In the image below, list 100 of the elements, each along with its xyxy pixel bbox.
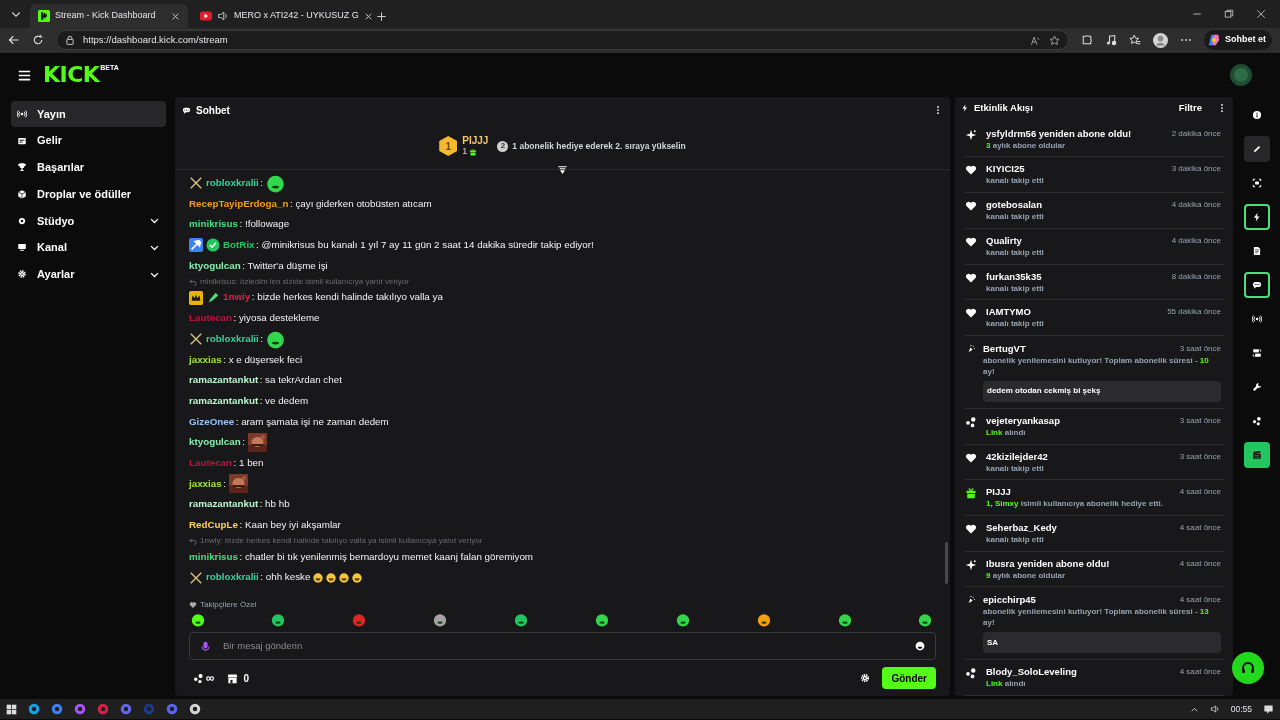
drops-count: 0	[243, 671, 250, 686]
event-title: vejeteryankasap	[986, 413, 1061, 427]
emote-button[interactable]	[513, 612, 529, 628]
username[interactable]: BotRix	[223, 238, 255, 253]
username[interactable]: minikrisus	[189, 549, 238, 565]
crown-badge-icon	[189, 290, 203, 305]
notification-icon	[1263, 703, 1274, 715]
message-text: : ohh keske	[260, 570, 311, 585]
username[interactable]: jaxxias	[189, 352, 222, 368]
browser-tab[interactable]: MERO x ATI242 - UYKUSUZ G	[192, 4, 364, 28]
username[interactable]: ramazantankut	[189, 497, 259, 512]
filter-button[interactable]: Filtre	[1178, 101, 1202, 116]
username[interactable]: jaxxias	[189, 476, 222, 492]
microphone-icon	[200, 640, 211, 652]
username[interactable]: RecepTayipErdoga_n	[189, 196, 289, 212]
reply-text: 1nwly: bizde herkes kendi halinde takılıyo valla ya isimli kullanıcıya yanıt veriyor	[200, 535, 483, 548]
username[interactable]: RedCupLe	[189, 518, 238, 533]
username[interactable]: ramazantankut	[189, 393, 259, 409]
emote-button[interactable]	[675, 612, 691, 628]
grin-emoji-icon	[352, 572, 363, 583]
rail-button[interactable]	[1243, 136, 1270, 162]
emote-button[interactable]	[594, 612, 610, 628]
send-button[interactable]: Gönder	[882, 667, 936, 689]
emote-icon	[433, 613, 448, 627]
event-title: gotebosalan	[986, 198, 1043, 212]
address-bar[interactable]: https://dashboard.kick.com/stream	[56, 30, 1069, 50]
event-title: IAMTYMO	[986, 305, 1032, 319]
close-icon	[171, 11, 180, 21]
gear-icon	[17, 269, 27, 280]
back-icon	[8, 34, 20, 46]
rail-button[interactable]	[1243, 204, 1270, 230]
restore-icon	[1224, 9, 1234, 19]
broadcast-icon	[17, 109, 27, 119]
swords-icon	[189, 332, 203, 347]
emote-button[interactable]	[756, 612, 772, 628]
username[interactable]: robloxkralii	[206, 331, 259, 347]
support-button[interactable]	[1232, 652, 1264, 684]
copilot-button[interactable]: Sohbet et	[1204, 30, 1272, 50]
sidebar-item[interactable]: Gelir	[11, 127, 166, 154]
panel-title: Etkinlik Akışı	[974, 101, 1034, 116]
taskbar-app-icon[interactable]	[189, 703, 201, 715]
emote-button[interactable]	[190, 612, 205, 628]
rail-button[interactable]	[1243, 442, 1270, 468]
channel-avatar[interactable]	[1230, 64, 1252, 86]
username[interactable]: minikrisus	[189, 217, 238, 233]
heart-icon	[965, 164, 977, 177]
event-time: 4 saat önce	[1179, 486, 1221, 499]
scroll-to-bottom-icon	[557, 164, 568, 175]
grin-emoji-icon	[339, 572, 350, 583]
event-time: 4 saat önce	[1179, 666, 1221, 679]
username[interactable]: ktyogulcan	[189, 258, 241, 274]
event-message: dedem otodan cekmiş bi şekş	[983, 380, 1221, 402]
taskbar-app-icon[interactable]	[51, 703, 63, 715]
taskbar-app-icon[interactable]	[28, 703, 40, 715]
username[interactable]: robloxkralii	[206, 176, 259, 191]
event-detail: abonelik yenilemesini kutluyor! Toplam abonelik süresi - 13 ay!	[983, 606, 1210, 629]
gift-icon	[469, 147, 478, 156]
sidebar-item[interactable]: Ayarlar	[11, 261, 166, 288]
emote-icon	[190, 613, 205, 627]
emote-button[interactable]	[917, 612, 933, 628]
reply-text: minikrisus: özledim len sizide isimli kullanıcıya yanıt veriyor	[200, 275, 409, 288]
event-title: Seherbaz_Kedy	[986, 520, 1058, 534]
profile-avatar[interactable]	[1153, 32, 1168, 48]
video-favicon-icon	[200, 10, 212, 22]
message-field[interactable]: Bir mesaj gönderin	[189, 632, 936, 660]
username[interactable]: GizeOnee	[189, 414, 235, 430]
leader-name: PIJJJ	[462, 135, 489, 146]
message-text: : @minikrisus bu kanalı 1 yıl 7 ay 11 gün 2 saat 14 dakika süredir takip ediyor!	[256, 238, 594, 253]
message-input[interactable]: Bir mesaj gönderin	[223, 638, 903, 654]
emote-button[interactable]	[270, 612, 286, 628]
chat-icon	[182, 105, 191, 115]
sidebar-item[interactable]: Başarılar	[11, 154, 166, 181]
event-time: 8 dakika önce	[1171, 270, 1221, 283]
message-text: : ve dedem	[259, 393, 309, 408]
store-icon	[226, 672, 238, 684]
event-detail: kanalı takip etti	[986, 282, 1045, 294]
event-detail: kanalı takip etti	[986, 211, 1045, 223]
event-time: 4 saat önce	[1179, 557, 1221, 570]
broadcast-icon	[1251, 314, 1262, 324]
sidebar-item[interactable]: Droplar ve ödüller	[11, 181, 166, 208]
username[interactable]: ramazantankut	[189, 373, 259, 388]
event-time: 3 saat önce	[1179, 342, 1221, 355]
emote-button[interactable]	[837, 612, 852, 628]
scrollbar-thumb[interactable]	[945, 542, 948, 584]
username[interactable]: robloxkralii	[206, 570, 259, 586]
browser-tab[interactable]: Stream - Kick Dashboard	[30, 4, 188, 28]
emote-button[interactable]	[432, 612, 448, 628]
kick-logo[interactable]: KICK	[43, 64, 100, 86]
sidebar-item[interactable]: Yayın	[11, 101, 166, 127]
sidebar-item[interactable]: Stüdyo	[11, 207, 166, 234]
emote-icon	[266, 173, 286, 193]
sidebar-item[interactable]: Kanal	[11, 234, 166, 261]
emote-icon	[594, 613, 609, 627]
event-title: ysfyldrm56 yeniden abone oldu!	[986, 126, 1133, 140]
message-text: : çayı giderken otobüsten atıcam	[289, 196, 432, 211]
event-detail: Link alındı	[986, 426, 1027, 438]
username[interactable]: ktyogulcan	[189, 435, 241, 450]
rail-button[interactable]	[1243, 272, 1270, 298]
username[interactable]: 1nwiy	[223, 290, 251, 306]
sparkle-icon	[965, 128, 977, 141]
